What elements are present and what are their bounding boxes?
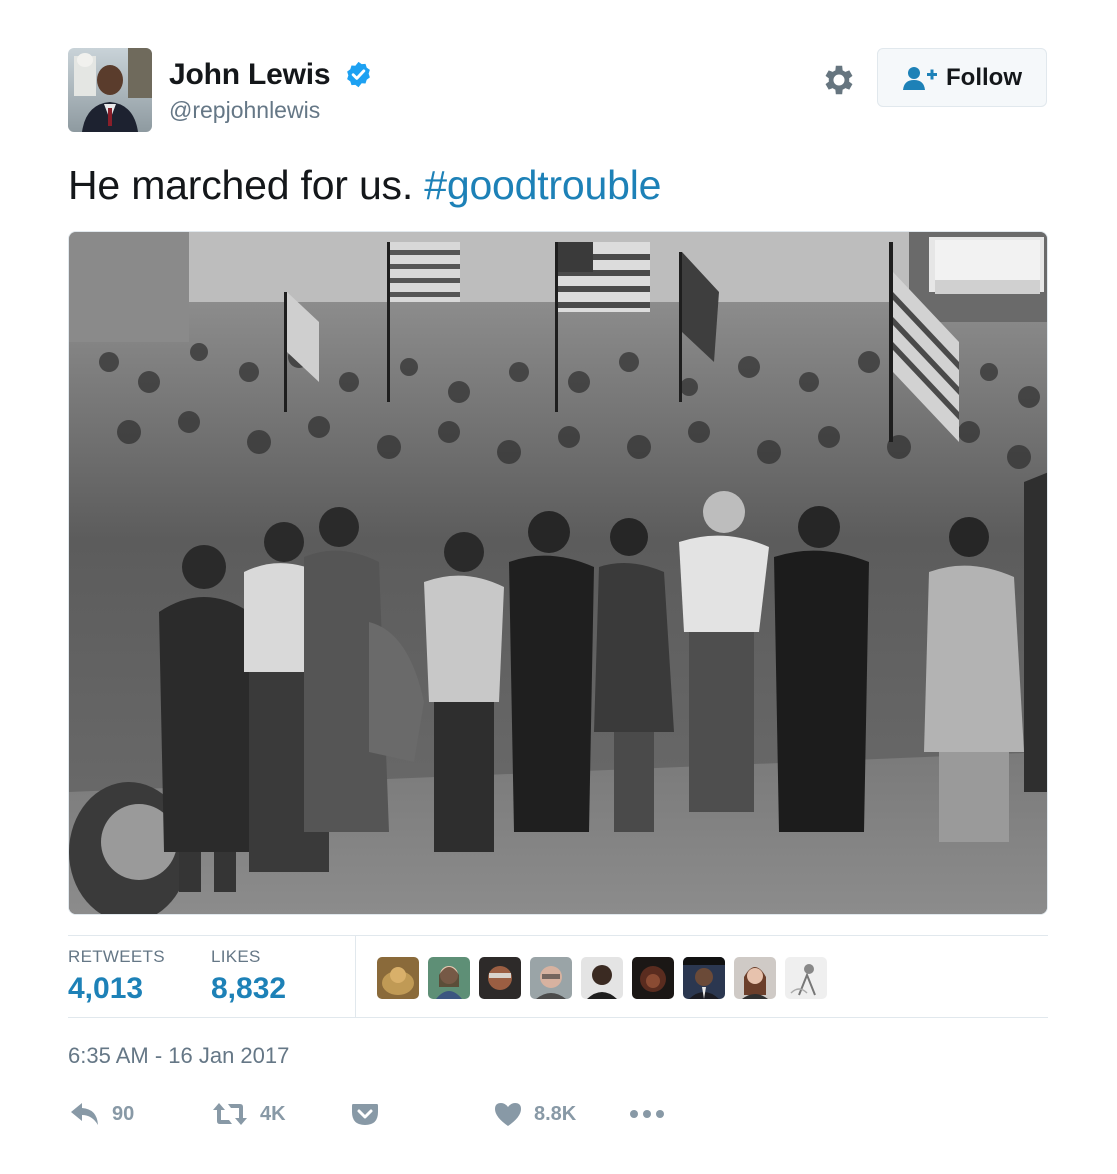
retweet-count: 4K [260, 1102, 286, 1125]
retweet-icon [212, 1101, 248, 1127]
heart-icon [494, 1101, 522, 1127]
pocket-icon [351, 1101, 379, 1127]
likes-label: LIKES [211, 947, 261, 966]
tweet-text-body: He marched for us. [68, 162, 425, 208]
hashtag-link[interactable]: #goodtrouble [424, 162, 661, 208]
retweet-button[interactable]: 4K [212, 1096, 286, 1132]
like-button[interactable]: 8.8K [494, 1096, 576, 1132]
liker-avatar[interactable] [581, 957, 623, 999]
liker-avatar[interactable] [632, 957, 674, 999]
avatar[interactable] [68, 48, 152, 132]
pocket-button[interactable] [351, 1096, 379, 1132]
liker-avatar[interactable] [785, 957, 827, 999]
follow-button[interactable]: Follow [877, 48, 1047, 107]
follow-person-icon [902, 65, 938, 91]
tweet-text: He marched for us. #goodtrouble [68, 162, 661, 209]
reply-button[interactable]: 90 [70, 1096, 134, 1132]
like-count: 8.8K [534, 1102, 577, 1125]
user-handle[interactable]: @repjohnlewis [169, 97, 320, 124]
verified-badge-icon [344, 60, 373, 89]
liker-avatar[interactable] [377, 957, 419, 999]
more-dots-icon [629, 1109, 665, 1119]
liker-avatar[interactable] [734, 957, 776, 999]
stats-bottom-divider [68, 1017, 1048, 1018]
more-button[interactable] [629, 1096, 665, 1132]
gear-icon[interactable] [820, 61, 858, 99]
liker-avatar[interactable] [428, 957, 470, 999]
liker-avatar[interactable] [530, 957, 572, 999]
reply-count: 90 [112, 1102, 135, 1125]
liker-avatar[interactable] [479, 957, 521, 999]
retweets-count[interactable]: 4,013 [68, 972, 143, 1006]
user-display-name[interactable]: John Lewis [169, 58, 331, 92]
follow-label: Follow [946, 63, 1022, 91]
stats-top-divider [68, 935, 1048, 936]
stats-vertical-divider [355, 936, 356, 1017]
tweet-timestamp[interactable]: 6:35 AM - 16 Jan 2017 [68, 1043, 289, 1069]
tweet-photo[interactable] [68, 231, 1048, 915]
likes-count[interactable]: 8,832 [211, 972, 286, 1006]
retweets-label: RETWEETS [68, 947, 165, 966]
reply-icon [70, 1101, 100, 1127]
liker-avatar[interactable] [683, 957, 725, 999]
